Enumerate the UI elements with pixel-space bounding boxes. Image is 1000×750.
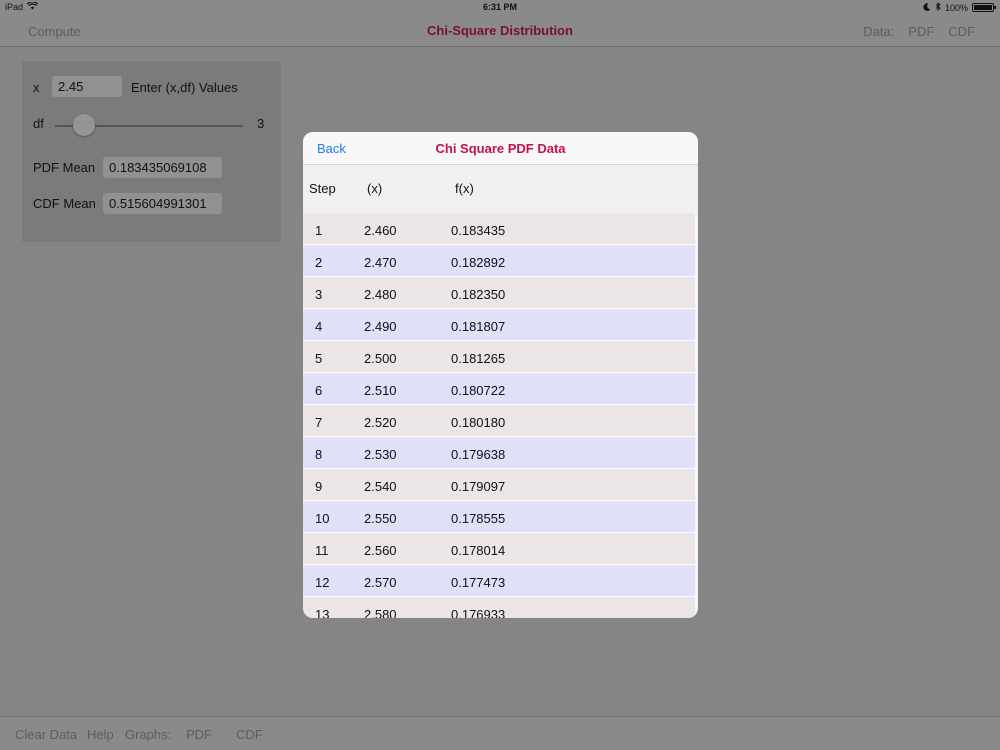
input-panel: x 2.45 Enter (x,df) Values df 3 PDF Mean…	[22, 61, 281, 242]
clear-data-button[interactable]: Clear Data	[15, 727, 77, 742]
pdf-data-modal: Back Chi Square PDF Data Step (x) f(x) 1…	[303, 132, 698, 618]
nav-bar: Compute Chi-Square Distribution Data: PD…	[0, 16, 1000, 47]
data-label: Data:	[863, 24, 895, 39]
modal-header: Back Chi Square PDF Data	[303, 132, 698, 165]
data-pdf-button[interactable]: PDF	[908, 24, 934, 39]
table-header: Step (x) f(x)	[303, 165, 698, 213]
battery-icon	[972, 3, 996, 12]
cell-fx: 0.178555	[451, 511, 506, 526]
cell-x: 2.540	[364, 479, 397, 494]
cell-step: 4	[315, 319, 323, 334]
header-fx: f(x)	[455, 181, 474, 196]
cell-step: 8	[315, 447, 323, 462]
cell-fx: 0.181265	[451, 351, 506, 366]
graph-cdf-button[interactable]: CDF	[236, 727, 263, 742]
data-cdf-button[interactable]: CDF	[948, 24, 975, 39]
cell-fx: 0.179638	[451, 447, 506, 462]
nav-data-group: Data: PDF CDF	[863, 24, 975, 39]
status-bar: iPad 6:31 PM 100%	[0, 0, 1000, 16]
cell-step: 11	[315, 543, 329, 558]
modal-title: Chi Square PDF Data	[435, 141, 566, 156]
graphs-label: Graphs:	[125, 727, 172, 742]
cell-step: 1	[315, 223, 323, 238]
cell-fx: 0.182350	[451, 287, 506, 302]
status-right: 100%	[923, 1, 996, 13]
table-row[interactable]: 12 2.570 0.177473	[303, 565, 695, 597]
cell-x: 2.510	[364, 383, 397, 398]
cell-step: 13	[315, 607, 330, 618]
cell-step: 5	[315, 351, 323, 366]
table-body[interactable]: 1 2.460 0.183435 2 2.470 0.182892 3 2.480 0.18…	[303, 213, 698, 618]
cell-fx: 0.176933	[451, 607, 506, 618]
bottom-toolbar: Clear Data Help Graphs: PDF CDF	[0, 716, 1000, 750]
cell-x: 2.530	[364, 447, 397, 462]
x-label: x	[33, 80, 40, 95]
cell-x: 2.580	[364, 607, 397, 618]
cell-fx: 0.178014	[451, 543, 506, 558]
table-row[interactable]: 2 2.470 0.182892	[303, 245, 695, 277]
cell-step: 9	[315, 479, 323, 494]
cell-fx: 0.180722	[451, 383, 506, 398]
cell-step: 2	[315, 255, 323, 270]
cdf-mean-field[interactable]: 0.515604991301	[103, 193, 222, 214]
cell-step: 7	[315, 415, 323, 430]
table-row[interactable]: 6 2.510 0.180722	[303, 373, 695, 405]
cell-x: 2.570	[364, 575, 397, 590]
table-row[interactable]: 4 2.490 0.181807	[303, 309, 695, 341]
table-row[interactable]: 5 2.500 0.181265	[303, 341, 695, 373]
cell-x: 2.470	[364, 255, 397, 270]
cell-fx: 0.183435	[451, 223, 506, 238]
table-row[interactable]: 11 2.560 0.178014	[303, 533, 695, 565]
cell-fx: 0.181807	[451, 319, 506, 334]
table-row[interactable]: 13 2.580 0.176933	[303, 597, 695, 618]
status-time: 6:31 PM	[482, 2, 517, 12]
header-step: Step	[309, 181, 336, 196]
df-label: df	[33, 116, 44, 131]
cell-step: 10	[315, 511, 330, 526]
table-row[interactable]: 8 2.530 0.179638	[303, 437, 695, 469]
moon-icon	[923, 2, 931, 13]
cell-step: 6	[315, 383, 323, 398]
cell-x: 2.550	[364, 511, 397, 526]
table-row[interactable]: 1 2.460 0.183435	[303, 213, 695, 245]
cell-fx: 0.179097	[451, 479, 506, 494]
cell-step: 12	[315, 575, 330, 590]
cell-x: 2.490	[364, 319, 397, 334]
cell-x: 2.520	[364, 415, 397, 430]
cell-step: 3	[315, 287, 323, 302]
pdf-mean-field[interactable]: 0.183435069108	[103, 157, 222, 178]
table-row[interactable]: 9 2.540 0.179097	[303, 469, 695, 501]
table-row[interactable]: 10 2.550 0.178555	[303, 501, 695, 533]
x-input[interactable]: 2.45	[52, 76, 122, 97]
cell-fx: 0.182892	[451, 255, 506, 270]
battery-percent: 100%	[944, 2, 968, 13]
pdf-mean-label: PDF Mean	[33, 160, 96, 175]
cell-x: 2.460	[364, 223, 397, 238]
header-x: (x)	[367, 181, 383, 196]
table-row[interactable]: 7 2.520 0.180180	[303, 405, 695, 437]
graph-pdf-button[interactable]: PDF	[186, 727, 212, 742]
bluetooth-icon	[935, 1, 941, 13]
enter-values-label: Enter (x,df) Values	[131, 80, 238, 95]
cell-fx: 0.180180	[451, 415, 506, 430]
cell-x: 2.500	[364, 351, 397, 366]
page-title: Chi-Square Distribution	[427, 23, 573, 38]
table-row[interactable]: 3 2.480 0.182350	[303, 277, 695, 309]
df-value: 3	[257, 116, 265, 131]
help-button[interactable]: Help	[87, 727, 114, 742]
cell-x: 2.480	[364, 287, 397, 302]
cell-x: 2.560	[364, 543, 397, 558]
cell-fx: 0.177473	[451, 575, 506, 590]
df-slider-thumb[interactable]	[73, 114, 95, 136]
cdf-mean-label: CDF Mean	[33, 196, 96, 211]
